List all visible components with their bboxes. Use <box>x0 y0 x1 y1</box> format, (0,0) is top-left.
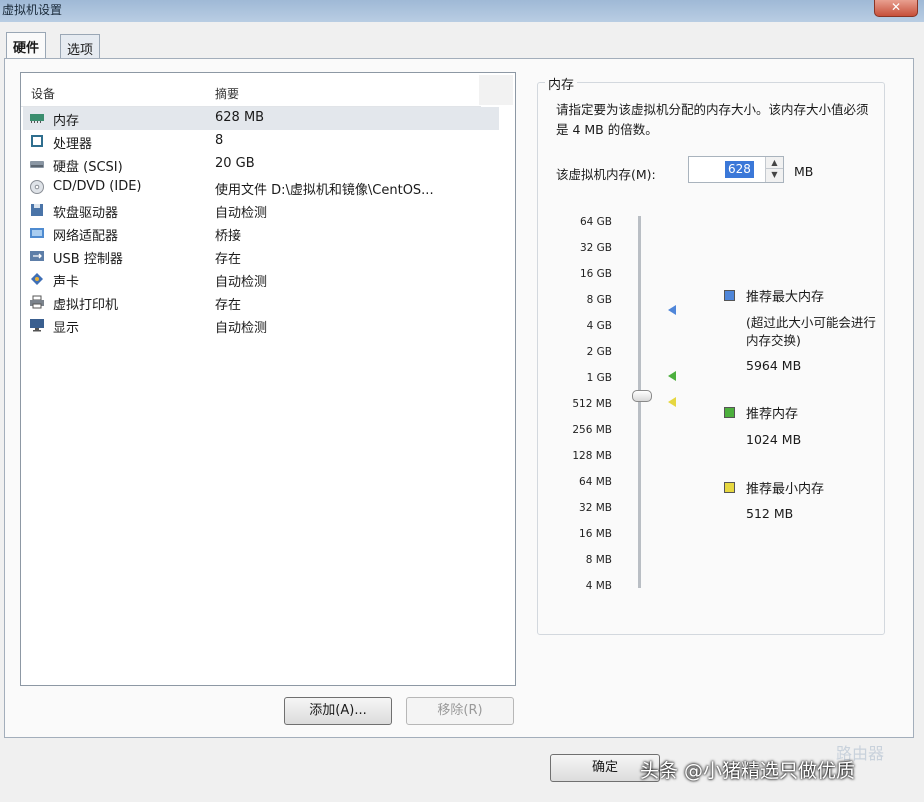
max-memory-label: 推荐最大内存 <box>746 290 825 305</box>
recommended-memory-legend-icon <box>724 407 735 418</box>
device-summary: 8 <box>215 133 224 148</box>
printer-icon <box>30 295 44 309</box>
spin-arrows[interactable]: ▲ ▼ <box>765 157 783 182</box>
device-row-cddvd[interactable]: CD/DVD (IDE) 使用文件 D:\虚拟机和镜像\CentOS... <box>23 176 499 199</box>
device-name: 内存 <box>53 114 80 129</box>
max-memory-value: 5964 MB <box>746 358 802 373</box>
scale-tick: 32 GB <box>579 242 612 254</box>
device-name: 网络适配器 <box>53 229 119 244</box>
device-row-printer[interactable]: 虚拟打印机 存在 <box>23 291 499 314</box>
scale-tick: 256 MB <box>572 424 612 436</box>
device-name: 处理器 <box>53 137 93 152</box>
recommended-memory-marker-icon <box>668 371 676 381</box>
memory-icon <box>30 114 44 123</box>
scale-tick: 1 GB <box>586 372 612 384</box>
scale-tick: 128 MB <box>572 450 612 462</box>
min-memory-marker-icon <box>668 397 676 407</box>
memory-group-title: 内存 <box>545 74 578 93</box>
scale-tick: 8 MB <box>585 554 612 566</box>
column-summary[interactable]: 摘要 <box>215 85 239 102</box>
device-summary: 桥接 <box>215 229 242 244</box>
max-memory-marker-icon <box>668 305 676 315</box>
tab-options[interactable]: 选项 <box>60 34 101 60</box>
device-row-harddisk[interactable]: 硬盘 (SCSI) 20 GB <box>23 153 499 176</box>
column-device[interactable]: 设备 <box>31 85 55 102</box>
scale-tick: 32 MB <box>579 502 612 514</box>
watermark-text: 头条 @小猪精选只做优质 <box>640 760 856 782</box>
remove-button[interactable]: 移除(R) <box>406 697 514 725</box>
device-list-header: 设备 摘要 <box>21 73 481 107</box>
device-summary: 20 GB <box>215 156 255 171</box>
device-summary: 自动检测 <box>215 275 268 290</box>
device-summary: 存在 <box>215 252 242 267</box>
display-icon <box>30 319 44 332</box>
device-name: 硬盘 (SCSI) <box>53 160 123 175</box>
device-row-usb[interactable]: USB 控制器 存在 <box>23 245 499 268</box>
title-bar: 虚拟机设置 ✕ <box>0 0 924 22</box>
device-name: 声卡 <box>53 275 80 290</box>
max-memory-legend-icon <box>724 290 735 301</box>
device-name: 显示 <box>53 321 80 336</box>
device-list: 设备 摘要 内存 628 MB 处理器 8 硬盘 (SCSI) 20 GB CD… <box>20 72 516 686</box>
device-row-sound[interactable]: 声卡 自动检测 <box>23 268 499 291</box>
device-summary: 628 MB <box>215 110 265 125</box>
device-row-network[interactable]: 网络适配器 桥接 <box>23 222 499 245</box>
max-memory-note: (超过此大小可能会进行内存交换) <box>746 315 876 348</box>
scale-tick: 4 MB <box>585 580 612 592</box>
device-summary: 使用文件 D:\虚拟机和镜像\CentOS... <box>215 183 434 198</box>
spin-down-icon[interactable]: ▼ <box>766 169 783 181</box>
spin-up-icon[interactable]: ▲ <box>766 157 783 169</box>
device-name: USB 控制器 <box>53 252 123 267</box>
close-button[interactable]: ✕ <box>874 0 918 17</box>
harddisk-icon <box>30 161 44 168</box>
memory-slider-track[interactable] <box>638 216 641 588</box>
network-icon <box>30 228 44 238</box>
memory-spinbox[interactable]: 628 ▲ ▼ <box>688 156 784 183</box>
memory-input-label: 该虚拟机内存(M): <box>556 167 656 182</box>
sound-icon <box>31 273 43 285</box>
scale-tick: 8 GB <box>586 294 612 306</box>
device-row-memory[interactable]: 内存 628 MB <box>23 107 499 130</box>
scale-tick: 16 GB <box>579 268 612 280</box>
min-memory-value: 512 MB <box>746 506 794 521</box>
memory-description: 请指定要为该虚拟机分配的内存大小。该内存大小值必须是 4 MB 的倍数。 <box>556 102 869 137</box>
scale-tick: 64 GB <box>579 216 612 228</box>
recommended-memory-value: 1024 MB <box>746 432 802 447</box>
device-row-floppy[interactable]: 软盘驱动器 自动检测 <box>23 199 499 222</box>
add-button[interactable]: 添加(A)... <box>284 697 392 725</box>
floppy-icon <box>31 204 43 216</box>
header-scroll-area <box>479 75 513 105</box>
scale-tick: 4 GB <box>586 320 612 332</box>
device-row-display[interactable]: 显示 自动检测 <box>23 314 499 337</box>
memory-unit: MB <box>794 164 814 179</box>
memory-input[interactable]: 628 <box>725 161 754 178</box>
device-summary: 自动检测 <box>215 206 268 221</box>
min-memory-legend-icon <box>724 482 735 493</box>
device-name: CD/DVD (IDE) <box>53 179 142 194</box>
memory-slider-thumb[interactable] <box>632 390 652 402</box>
recommended-memory-label: 推荐内存 <box>746 407 799 422</box>
scale-tick: 2 GB <box>586 346 612 358</box>
device-name: 软盘驱动器 <box>53 206 119 221</box>
scale-tick: 64 MB <box>579 476 612 488</box>
scale-tick: 16 MB <box>579 528 612 540</box>
device-row-processor[interactable]: 处理器 8 <box>23 130 499 153</box>
window-title: 虚拟机设置 <box>2 3 63 17</box>
device-name: 虚拟打印机 <box>53 298 119 313</box>
device-summary: 自动检测 <box>215 321 268 336</box>
device-summary: 存在 <box>215 298 242 313</box>
min-memory-label: 推荐最小内存 <box>746 482 825 497</box>
tab-hardware[interactable]: 硬件 <box>6 32 47 60</box>
processor-icon <box>31 135 43 147</box>
cd-icon <box>30 180 44 194</box>
scale-tick: 512 MB <box>572 398 612 410</box>
usb-icon <box>30 251 44 261</box>
